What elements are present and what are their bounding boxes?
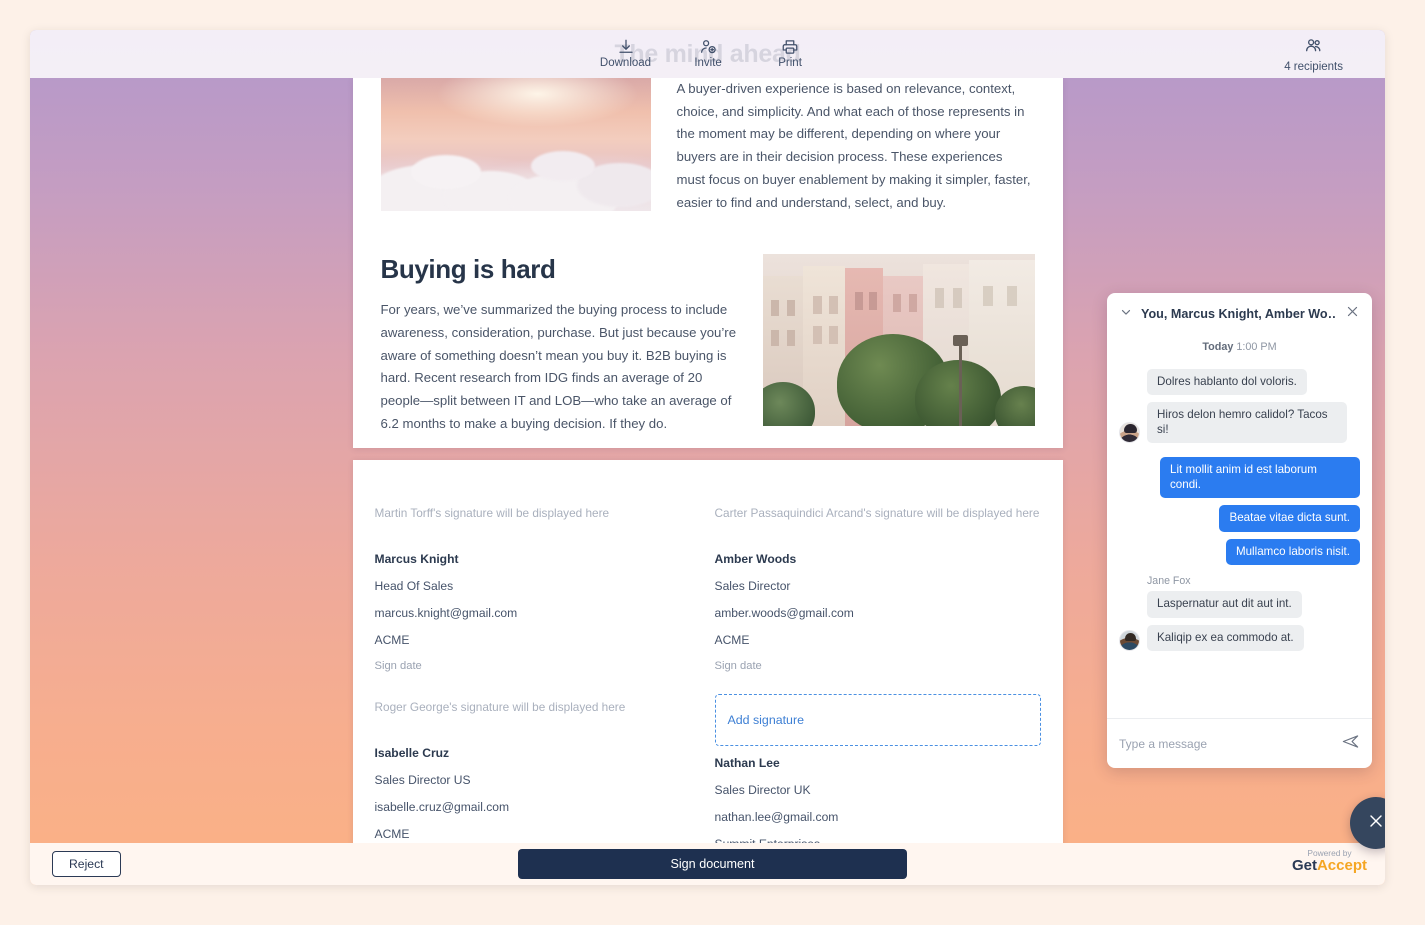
recipients-button[interactable]: 4 recipients: [1284, 36, 1343, 74]
avatar: [1119, 422, 1140, 444]
getaccept-brand: Powered by GetAccept: [1292, 849, 1367, 874]
chat-message: Lit mollit anim id est laborum condi.: [1119, 457, 1360, 499]
chat-message-list[interactable]: Today 1:00 PM Dolres hablanto dol volori…: [1107, 335, 1372, 718]
reject-button[interactable]: Reject: [52, 851, 121, 877]
add-signature-button[interactable]: Add signature: [714, 694, 1041, 746]
invite-person-icon: [699, 38, 717, 56]
chat-message: Mullamco laboris nisit.: [1119, 538, 1360, 566]
hero-row: A buyer-driven experience is based on re…: [353, 78, 1063, 214]
signer-email: marcus.knight@gmail.com: [374, 606, 518, 620]
close-icon: [1366, 811, 1385, 836]
chat-bubble-incoming: Kaliqip ex ea commodo at.: [1147, 624, 1304, 652]
chat-message: Hiros delon hemro calidol? Tacos si!: [1119, 402, 1360, 444]
signer-email: amber.woods@gmail.com: [714, 606, 854, 620]
chat-bubble-incoming: Laspernatur aut dit aut int.: [1147, 591, 1302, 618]
chat-message: Kaliqip ex ea commodo at.: [1119, 624, 1360, 652]
section-body: For years, we’ve summarized the buying p…: [380, 302, 737, 431]
signer-name: Marcus Knight: [374, 552, 459, 566]
chat-bubble-outgoing: Mullamco laboris nisit.: [1225, 538, 1360, 566]
chat-date-divider: Today 1:00 PM: [1119, 341, 1360, 353]
chevron-down-icon[interactable]: [1119, 305, 1133, 324]
getaccept-logo: GetAccept: [1291, 856, 1367, 874]
people-icon: [1304, 36, 1323, 60]
section-buying-is-hard: Buying is hard For years, we’ve summariz…: [353, 254, 1063, 435]
signature-block-1: Martin Torff's signature will be display…: [375, 500, 701, 672]
invite-label: Invite: [694, 57, 722, 70]
download-label: Download: [599, 57, 652, 70]
signer-email: isabelle.cruz@gmail.com: [374, 800, 510, 814]
bottom-action-bar: Reject Sign document Powered by GetAccep…: [30, 843, 1385, 885]
city-buildings-image: [762, 254, 1035, 427]
sunset-clouds-image: [380, 78, 651, 211]
signature-grid-row-1: Martin Torff's signature will be display…: [353, 500, 1063, 672]
chat-sender-name: Jane Fox: [1147, 575, 1191, 588]
signer-title: Sales Director UK: [714, 783, 811, 797]
signer-name: Nathan Lee: [714, 756, 780, 770]
document-page-2-signatures: Martin Torff's signature will be display…: [352, 460, 1063, 843]
brand-get: Get: [1291, 856, 1317, 874]
chat-message: Laspernatur aut dit aut int.: [1119, 591, 1360, 618]
add-signature-label: Add signature: [727, 713, 804, 727]
recipients-label: 4 recipients: [1284, 61, 1343, 73]
signature-block-2: Carter Passaquindici Arcand's signature …: [715, 500, 1041, 672]
document-viewer: The mind ahead Download Invite Print 4 r…: [30, 30, 1385, 885]
avatar-spacer: [1119, 374, 1140, 395]
chat-header: You, Marcus Knight, Amber Wo…: [1107, 293, 1372, 335]
chat-date-day: Today: [1202, 341, 1234, 353]
sign-date-label: Sign date: [714, 660, 762, 672]
chat-message-input[interactable]: [1119, 736, 1341, 751]
signature-placeholder: Roger George's signature will be display…: [374, 700, 626, 714]
chat-input-row: [1107, 718, 1372, 768]
chat-bubble-incoming: Dolres hablanto dol voloris.: [1147, 369, 1307, 396]
close-icon[interactable]: [1345, 304, 1360, 324]
print-button[interactable]: Print: [765, 38, 815, 70]
download-button[interactable]: Download: [600, 38, 651, 70]
chat-bubble-outgoing: Lit mollit anim id est laborum condi.: [1160, 457, 1360, 499]
download-icon: [617, 38, 635, 56]
signer-title: Head Of Sales: [374, 579, 454, 593]
brand-accept: Accept: [1316, 856, 1367, 874]
chat-date-time: 1:00 PM: [1236, 341, 1277, 353]
signer-name: Isabelle Cruz: [374, 746, 450, 760]
chat-title: You, Marcus Knight, Amber Wo…: [1141, 307, 1337, 321]
toolbar-actions: Download Invite Print: [600, 38, 815, 70]
avatar-spacer: [1119, 597, 1140, 618]
signer-title: Sales Director US: [374, 773, 471, 787]
signer-email: nathan.lee@gmail.com: [714, 810, 839, 824]
signature-placeholder: Carter Passaquindici Arcand's signature …: [714, 506, 1040, 520]
send-paper-plane-icon[interactable]: [1341, 732, 1360, 756]
signer-company: ACME: [374, 633, 410, 647]
print-icon: [781, 38, 799, 56]
print-label: Print: [778, 57, 802, 70]
chat-bubble-incoming: Hiros delon hemro calidol? Tacos si!: [1147, 402, 1347, 444]
signer-company: ACME: [714, 633, 750, 647]
avatar: [1119, 630, 1140, 652]
invite-button[interactable]: Invite: [683, 38, 733, 70]
sign-date-label: Sign date: [374, 660, 422, 672]
section-title: Buying is hard: [380, 254, 556, 285]
signature-block-4: Add signature Nathan Lee Sales Director …: [714, 694, 1041, 843]
chat-message: Beatae vitae dicta sunt.: [1119, 505, 1360, 532]
signature-placeholder: Martin Torff's signature will be display…: [374, 506, 610, 520]
signature-grid-row-2: Roger George's signature will be display…: [353, 694, 1063, 843]
top-toolbar: The mind ahead Download Invite Print 4 r…: [30, 30, 1385, 78]
chat-panel: You, Marcus Knight, Amber Wo… Today 1:00…: [1107, 293, 1372, 768]
signature-block-3: Roger George's signature will be display…: [375, 694, 701, 843]
sign-document-button[interactable]: Sign document: [518, 849, 907, 879]
chat-bubble-outgoing: Beatae vitae dicta sunt.: [1219, 505, 1360, 532]
hero-paragraph: A buyer-driven experience is based on re…: [676, 81, 1031, 210]
signer-company: ACME: [374, 827, 410, 841]
chat-message: Dolres hablanto dol voloris.: [1119, 369, 1360, 396]
document-page-1: A buyer-driven experience is based on re…: [352, 78, 1063, 448]
signer-name: Amber Woods: [714, 552, 797, 566]
signer-title: Sales Director: [714, 579, 791, 593]
